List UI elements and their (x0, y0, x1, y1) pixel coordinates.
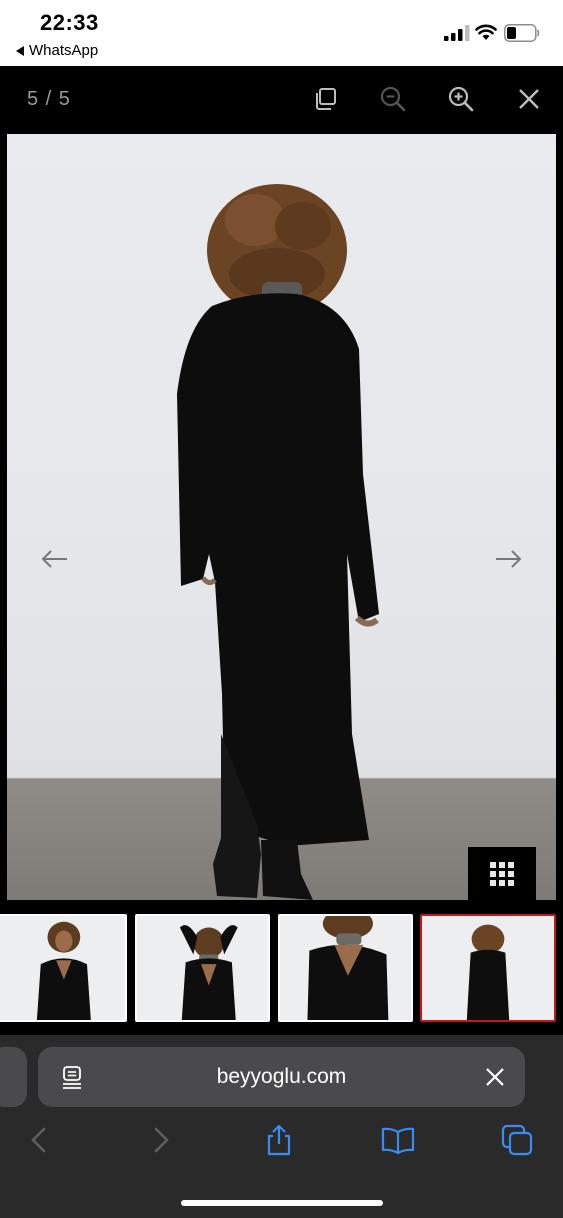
status-time: 22:33 (40, 10, 99, 35)
back-triangle-icon (16, 45, 24, 56)
grid-icon (490, 861, 514, 886)
wifi-icon (475, 24, 497, 40)
bookmarks-icon (381, 1127, 415, 1155)
next-image-button[interactable] (493, 544, 523, 574)
arrow-right-icon (496, 550, 522, 568)
thumbnail-4-active[interactable] (420, 914, 556, 1022)
close-viewer-button[interactable] (514, 84, 544, 114)
zoom-out-button[interactable] (378, 84, 408, 114)
signal-icon (444, 25, 470, 41)
clear-url-icon[interactable] (482, 1064, 508, 1090)
browser-bottom-bar: beyyoglu.com (0, 1035, 563, 1218)
thumbnail-2-photo (179, 925, 238, 1020)
viewer-header: 5 / 5 (0, 66, 563, 134)
close-icon (519, 89, 539, 109)
address-bar[interactable]: beyyoglu.com (38, 1047, 525, 1107)
model-back-view-photo (177, 184, 379, 900)
image-counter: 5 / 5 (27, 88, 71, 110)
back-app-label: WhatsApp (29, 42, 99, 59)
gallery-page: 22:33 WhatsApp 5 / 5 beyyoglu.com (0, 0, 563, 1218)
back-to-app-link[interactable]: WhatsApp (16, 42, 98, 59)
copy-button[interactable] (311, 84, 341, 114)
zoom-out-icon (380, 86, 406, 112)
share-icon (267, 1124, 291, 1156)
tabs-icon (501, 1124, 533, 1156)
main-product-image[interactable] (7, 134, 556, 900)
tabs-button[interactable] (500, 1123, 534, 1157)
bookmarks-button[interactable] (381, 1123, 415, 1157)
share-button[interactable] (262, 1123, 296, 1157)
thumbnail-4-photo (466, 924, 510, 1020)
zoom-in-icon (448, 86, 474, 112)
thumbnail-3[interactable] (278, 914, 413, 1022)
thumbnail-2[interactable] (135, 914, 270, 1022)
back-icon (31, 1127, 46, 1153)
thumbnail-3-photo (307, 916, 389, 1020)
zoom-in-button[interactable] (446, 84, 476, 114)
thumbnail-strip (0, 900, 563, 1030)
battery-icon (504, 24, 540, 42)
status-bar: 22:33 WhatsApp (0, 0, 563, 66)
forward-icon (154, 1127, 169, 1153)
browser-back-button[interactable] (22, 1123, 56, 1157)
thumbnail-grid-button[interactable] (468, 847, 536, 900)
thumbnail-1[interactable] (0, 914, 127, 1022)
home-indicator[interactable] (181, 1200, 383, 1206)
previous-tab-preview[interactable] (0, 1047, 27, 1107)
arrow-left-icon (41, 550, 67, 568)
browser-forward-button[interactable] (144, 1123, 178, 1157)
thumbnail-1-photo (36, 921, 91, 1020)
url-text: beyyoglu.com (216, 1065, 347, 1088)
previous-image-button[interactable] (40, 544, 70, 574)
copy-icon (316, 88, 336, 110)
